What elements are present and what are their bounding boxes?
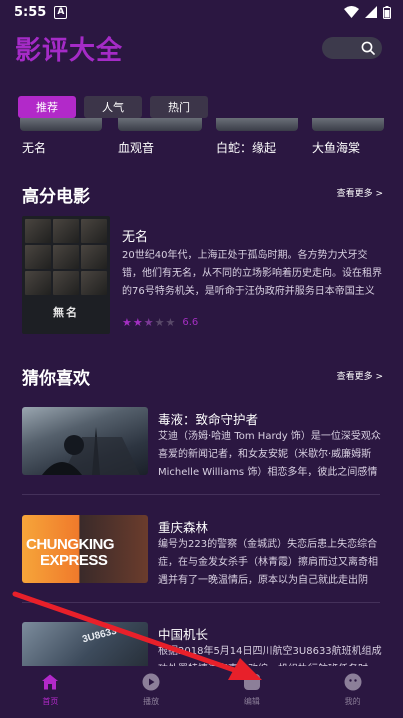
- venom-thumb-art: [42, 427, 140, 475]
- list-item[interactable]: 毒液：致命守护者 艾迪（汤姆·哈迪 Tom Hardy 饰）是一位深受观众喜爱的…: [22, 407, 382, 478]
- category-tabs: 推荐 人气 热门: [18, 96, 208, 118]
- list-item[interactable]: CHUNGKING EXPRESS 重庆森林 编号为223的警察（金城武）失恋后…: [22, 515, 382, 586]
- rating-score: 6.6: [182, 317, 199, 328]
- poster-tile: [53, 219, 79, 243]
- tab-popular[interactable]: 人气: [84, 96, 142, 118]
- feature-movie-name[interactable]: 无名: [122, 226, 148, 245]
- tab-hot[interactable]: 热门: [150, 96, 208, 118]
- strip-movie-title[interactable]: 白蛇：缘起: [216, 139, 276, 156]
- search-icon: [361, 41, 375, 55]
- poster-tile: [81, 219, 107, 243]
- movie-thumbnail: [22, 407, 148, 475]
- thumb-text: CHUNGKING EXPRESS: [26, 536, 115, 569]
- see-more-high-score[interactable]: 查看更多 >: [337, 186, 383, 199]
- thumb-text: 3U8633: [81, 625, 118, 646]
- nav-label: 编辑: [243, 697, 260, 706]
- rec-movie-description: 艾迪（汤姆·哈迪 Tom Hardy 饰）是一位深受观众喜爱的新闻记者，和女友安…: [158, 431, 381, 478]
- strip-movie-title[interactable]: 大鱼海棠: [312, 139, 360, 156]
- strip-poster[interactable]: [312, 118, 384, 131]
- search-button[interactable]: [322, 37, 382, 59]
- poster-tile: [25, 245, 51, 269]
- profile-icon: [344, 673, 362, 691]
- poster-tile: [81, 245, 107, 269]
- rec-movie-description: 编号为223的警察（金城武）失恋后患上失恋综合症，在与金发女杀手（林青霞）擦肩而…: [158, 539, 378, 586]
- star-icon: ★: [122, 316, 132, 329]
- rec-movie-title: 重庆森林: [158, 520, 209, 535]
- poster-tile: [53, 245, 79, 269]
- top-strip-posters: [0, 118, 403, 132]
- nav-label: 播放: [143, 697, 160, 706]
- tab-recommend[interactable]: 推荐: [18, 96, 76, 118]
- list-divider: [22, 602, 380, 603]
- section-title-high-score: 高分电影: [22, 187, 90, 207]
- star-empty-icon: ★: [154, 316, 165, 329]
- app-title: 影评大全: [15, 36, 124, 66]
- signal-icon: [365, 6, 377, 18]
- star-empty-icon: ★: [165, 316, 176, 329]
- poster-title-text: 無名: [53, 306, 79, 319]
- wifi-icon: [344, 6, 359, 18]
- feature-movie-poster[interactable]: 無名: [22, 216, 110, 334]
- battery-icon: [383, 5, 391, 19]
- movie-thumbnail: CHUNGKING EXPRESS: [22, 515, 148, 583]
- nav-home[interactable]: 首页: [0, 666, 101, 718]
- rec-movie-title: 中国机长: [158, 627, 209, 642]
- feature-movie-description: 20世纪40年代，上海正处于孤岛时期。各方势力犬牙交错，他们有无名，从不同的立场…: [122, 250, 382, 297]
- strip-poster[interactable]: [118, 118, 202, 131]
- poster-tile: [53, 271, 79, 295]
- section-title-guess-like: 猜你喜欢: [22, 369, 90, 389]
- nav-profile[interactable]: 我的: [302, 666, 403, 718]
- star-half-icon: ★: [143, 316, 154, 329]
- home-icon: [41, 673, 59, 691]
- thumb-text-line: CHUNGKING: [26, 536, 115, 553]
- star-icon: ★: [132, 316, 143, 329]
- strip-poster[interactable]: [216, 118, 298, 131]
- strip-movie-title[interactable]: 无名: [22, 139, 46, 156]
- thumb-text-line: EXPRESS: [40, 552, 108, 569]
- app-screen: 5:55 A 影评大全 推荐 人气 热门 无名 血观音 白蛇：缘起 大鱼海棠 高…: [0, 0, 403, 718]
- nav-edit[interactable]: 编辑: [202, 666, 303, 718]
- play-icon: [142, 673, 160, 691]
- edit-icon: [243, 673, 261, 691]
- poster-collage: [22, 216, 110, 298]
- see-more-guess-like[interactable]: 查看更多 >: [337, 369, 383, 382]
- status-right-icons: [344, 5, 391, 19]
- nav-play[interactable]: 播放: [101, 666, 202, 718]
- nav-label: 我的: [344, 697, 361, 706]
- feature-rating: ★ ★ ★ ★ ★ 6.6: [122, 316, 198, 329]
- poster-tile: [25, 271, 51, 295]
- status-bar: 5:55 A: [0, 0, 403, 24]
- poster-tile: [25, 219, 51, 243]
- notification-a-icon: A: [54, 5, 68, 19]
- status-time: 5:55: [14, 4, 47, 20]
- poster-tile: [81, 271, 107, 295]
- rec-movie-title: 毒液：致命守护者: [158, 412, 259, 427]
- bottom-navigation: 首页 播放 编辑 我的: [0, 666, 403, 718]
- nav-label: 首页: [42, 697, 59, 706]
- strip-movie-title[interactable]: 血观音: [118, 139, 154, 156]
- strip-poster[interactable]: [20, 118, 102, 131]
- list-divider: [22, 494, 380, 495]
